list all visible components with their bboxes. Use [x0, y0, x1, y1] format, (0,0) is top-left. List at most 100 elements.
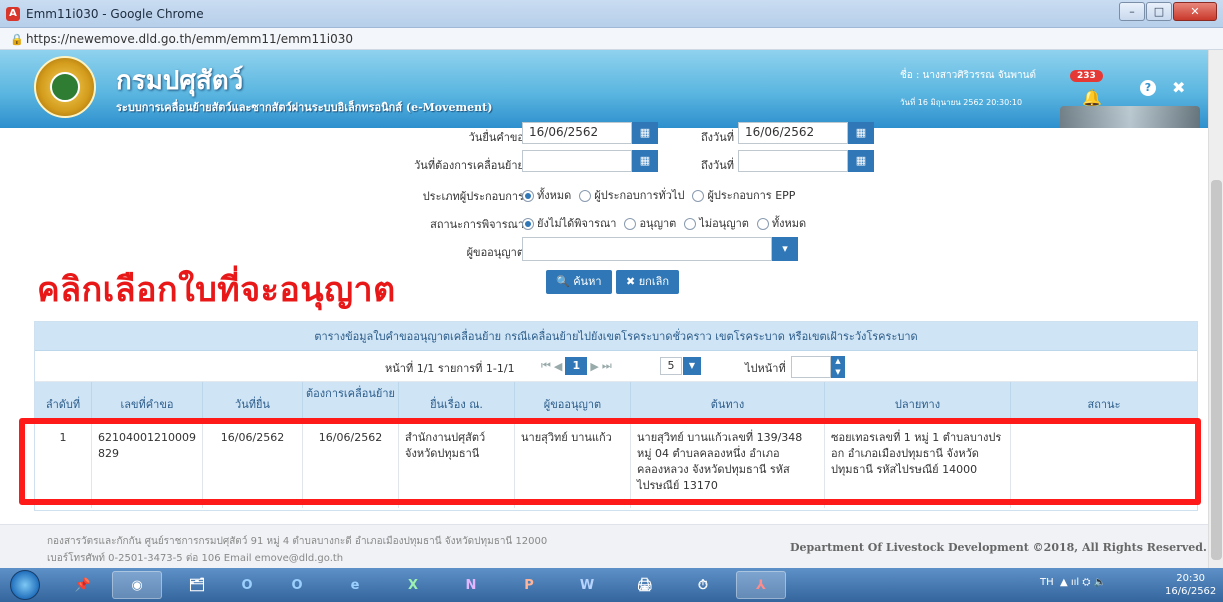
user-name: ชื่อ : นางสาวศิริวรรณ จันพานต์ [900, 70, 1036, 81]
taskbar-onenote-icon[interactable]: N [446, 571, 496, 599]
request-date-label: วันยื่นคำขอ [468, 131, 524, 144]
col-no: ลำดับที่ [35, 382, 92, 421]
spinner-icon[interactable]: ▲ ▼ [831, 356, 845, 378]
close-window-button[interactable]: ✕ [1173, 2, 1217, 21]
lock-icon: 🔒 [10, 33, 24, 46]
language-indicator[interactable]: TH [1040, 577, 1054, 588]
taskbar-lync-icon[interactable]: O [272, 571, 322, 599]
first-page-icon[interactable]: ⏮ [541, 359, 551, 373]
maximize-button[interactable]: □ [1146, 2, 1172, 21]
minimize-button[interactable]: – [1119, 2, 1145, 21]
window-controls: – □ ✕ [1119, 2, 1217, 21]
start-button[interactable] [10, 570, 40, 600]
approver-label: ผู้ขออนุญาต [466, 246, 524, 259]
system-subtitle: ระบบการเคลื่อนย้ายสัตว์และซากสัตว์ผ่านระ… [116, 101, 493, 114]
instruction-overlay: คลิกเลือกใบที่จะอนุญาต [37, 270, 396, 310]
clock-date: 16/6/2562 [1165, 586, 1217, 597]
taskbar-explorer-icon[interactable]: 🗂 [172, 571, 222, 599]
taskbar-excel-icon[interactable]: X [388, 571, 438, 599]
app-header: กรมปศุสัตว์ ระบบการเคลื่อนย้ายสัตว์และซา… [0, 50, 1208, 128]
bell-icon[interactable]: 🔔 [1082, 88, 1102, 107]
request-date-input[interactable]: 16/06/2562 [522, 122, 632, 144]
tray-icons[interactable]: ▲ ııl ⛭ 🔈 [1060, 577, 1106, 588]
footer-address: กองสารวัตรและกักกัน ศูนย์ราชการกรมปศุสัต… [47, 536, 548, 547]
status-radios: ยังไม่ได้พิจารณา อนุญาต ไม่อนุญาต ทั้งหม… [522, 214, 806, 232]
pager-nav: ⏮ ◀ 1 ▶ ⏭ [541, 357, 612, 375]
app-icon: A [6, 7, 20, 21]
search-button[interactable]: 🔍 ค้นหา [546, 270, 612, 294]
row-highlight-box [19, 418, 1201, 505]
to-date-input[interactable]: 16/06/2562 [738, 122, 848, 144]
taskbar-powerpoint-icon[interactable]: P [504, 571, 554, 599]
chevron-down-icon[interactable]: ▾ [772, 237, 798, 261]
status-radio-approved[interactable]: อนุญาต [624, 214, 676, 232]
footer-contact: เบอร์โทรศัพท์ 0-2501-3473-5 ต่อ 106 Emai… [47, 553, 344, 564]
col-origin: ต้นทาง [631, 382, 825, 421]
login-date: วันที่ 16 มิถุนายน 2562 20:30:10 [900, 98, 1023, 107]
status-radio-pending[interactable]: ยังไม่ได้พิจารณา [522, 214, 616, 232]
notification-badge[interactable]: 233 [1070, 70, 1103, 82]
taskbar-clock[interactable]: 20:30 16/6/2562 [1165, 572, 1216, 598]
next-page-icon[interactable]: ▶ [590, 360, 598, 373]
footer-rights: Department Of Livestock Development ©201… [790, 541, 1207, 554]
window-titlebar: A Emm11i030 - Google Chrome – □ ✕ [0, 0, 1223, 28]
taskbar-outlook-icon[interactable]: O [222, 571, 272, 599]
logout-button[interactable]: ✖ [1172, 78, 1185, 97]
window-title: Emm11i030 - Google Chrome [26, 7, 204, 21]
url-text[interactable]: https://newemove.dld.go.th/emm/emm11/emm… [26, 32, 353, 46]
status-radio-all[interactable]: ทั้งหมด [756, 214, 806, 232]
taskbar-printer-icon[interactable]: 🖨 [620, 571, 670, 599]
taskbar-ie-icon[interactable]: e [330, 571, 380, 599]
current-page[interactable]: 1 [565, 357, 588, 375]
page-size-select[interactable]: 5 [660, 357, 682, 375]
calendar-icon[interactable]: ▦ [848, 122, 874, 144]
cancel-button[interactable]: ✖ ยกเลิก [616, 270, 679, 294]
pager: หน้าที่ 1/1 รายการที่ 1-1/1 ⏮ ◀ 1 ▶ ⏭ 5 … [35, 351, 1197, 382]
col-destination: ปลายทาง [825, 382, 1011, 421]
goto-page-input[interactable] [791, 356, 831, 378]
taskbar-acrobat-icon[interactable]: ⅄ [736, 571, 786, 599]
col-submitted-at: ยื่นเรื่อง ณ. [399, 382, 515, 421]
taskbar-clock-app-icon[interactable]: ⏱ [678, 571, 728, 599]
status-label: สถานะการพิจารณา [430, 218, 524, 231]
operator-radio-general[interactable]: ผู้ประกอบการทั่วไป [579, 186, 684, 204]
help-button[interactable]: ? [1140, 80, 1156, 96]
prev-page-icon[interactable]: ◀ [554, 360, 562, 373]
goto-label: ไปหน้าที่ [745, 362, 786, 375]
operator-type-label: ประเภทผู้ประกอบการ [422, 190, 524, 203]
operator-radio-all[interactable]: ทั้งหมด [522, 186, 571, 204]
col-request-no: เลขที่คำขอ [92, 382, 203, 421]
taskbar-chrome-icon[interactable]: ◉ [112, 571, 162, 599]
system-tray[interactable]: TH ▲ ııl ⛭ 🔈 [1040, 577, 1106, 588]
table-caption: ตารางข้อมูลใบคำขออนุญาตเคลื่อนย้าย กรณีเ… [35, 322, 1197, 351]
dld-logo [34, 56, 96, 118]
col-move-date: ต้องการเคลื่อนย้าย [303, 382, 399, 421]
truck-banner-image [1060, 106, 1200, 128]
pager-info: หน้าที่ 1/1 รายการที่ 1-1/1 [385, 362, 515, 375]
calendar-icon[interactable]: ▦ [848, 150, 874, 172]
scrollbar-thumb[interactable] [1211, 180, 1222, 560]
operator-type-radios: ทั้งหมด ผู้ประกอบการทั่วไป ผู้ประกอบการ … [522, 186, 795, 204]
to-date-label: ถึงวันที่ [701, 131, 734, 144]
os-taskbar: 📌 ◉ 🗂 O O e X N P W 🖨 ⏱ ⅄ TH ▲ ııl ⛭ 🔈 2… [0, 568, 1223, 602]
taskbar-word-icon[interactable]: W [562, 571, 612, 599]
address-bar[interactable]: 🔒 https://newemove.dld.go.th/emm/emm11/e… [0, 28, 1223, 50]
operator-radio-epp[interactable]: ผู้ประกอบการ EPP [692, 186, 795, 204]
chevron-down-icon[interactable]: ▼ [683, 357, 701, 375]
move-to-date-input[interactable] [738, 150, 848, 172]
move-date-input[interactable] [522, 150, 632, 172]
taskbar-pin-icon[interactable]: 📌 [58, 571, 108, 599]
page-footer: กองสารวัตรและกักกัน ศูนย์ราชการกรมปศุสัต… [0, 524, 1208, 568]
department-name: กรมปศุสัตว์ [116, 66, 244, 96]
move-date-label: วันที่ต้องการเคลื่อนย้าย [414, 159, 524, 172]
last-page-icon[interactable]: ⏭ [602, 359, 612, 373]
col-submit-date: วันที่ยื่น [203, 382, 303, 421]
col-applicant: ผู้ขออนุญาต [515, 382, 631, 421]
page-scrollbar[interactable] [1208, 50, 1223, 568]
move-to-date-label: ถึงวันที่ [701, 159, 734, 172]
clock-time: 20:30 [1176, 573, 1206, 584]
status-radio-rejected[interactable]: ไม่อนุญาต [684, 214, 749, 232]
col-status: สถานะ [1087, 398, 1121, 411]
table-header: ลำดับที่ เลขที่คำขอ วันที่ยื่น ต้องการเค… [35, 382, 1197, 422]
approver-select[interactable] [522, 237, 772, 261]
